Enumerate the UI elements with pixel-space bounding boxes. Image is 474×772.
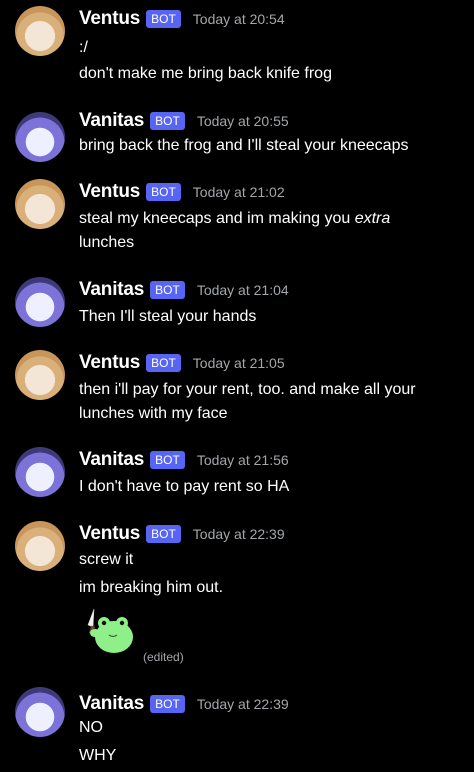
avatar[interactable] <box>15 179 65 229</box>
timestamp: Today at 21:56 <box>196 452 289 468</box>
message-text: steal my kneecaps and im making you extr… <box>79 207 390 231</box>
bot-badge: BOT <box>146 525 181 543</box>
message-text: NO <box>79 719 103 736</box>
message-header: Vanitas BOT Today at 21:56 <box>79 445 289 475</box>
message-text: then i'll pay for your rent, too. and ma… <box>79 381 416 398</box>
bot-badge: BOT <box>146 10 181 28</box>
message-header: Vanitas BOT Today at 20:55 <box>79 106 289 136</box>
message-header: Ventus BOT Today at 22:39 <box>79 519 285 549</box>
bot-badge: BOT <box>150 695 185 713</box>
message-header: Ventus BOT Today at 21:02 <box>79 177 285 207</box>
edited-label: (edited) <box>143 650 184 664</box>
author-name[interactable]: Vanitas <box>79 449 144 471</box>
message-text: bring back the frog and I'll steal your … <box>79 137 409 154</box>
message-text: :/ <box>79 39 88 56</box>
message-text-emphasis: extra <box>354 210 391 227</box>
author-name[interactable]: Ventus <box>79 8 140 30</box>
avatar[interactable] <box>15 521 65 571</box>
avatar[interactable] <box>15 6 65 56</box>
message-text: Then I'll steal your hands <box>79 308 257 325</box>
author-name[interactable]: Vanitas <box>79 279 144 301</box>
timestamp: Today at 22:39 <box>196 696 289 712</box>
timestamp: Today at 22:39 <box>192 526 285 542</box>
message-header: Ventus BOT Today at 20:54 <box>79 4 285 34</box>
message-text: screw it <box>79 551 134 568</box>
timestamp: Today at 21:04 <box>196 282 289 298</box>
message-text: don't make me bring back knife frog <box>79 65 332 82</box>
knife-frog-sticker <box>87 608 133 653</box>
timestamp: Today at 21:02 <box>192 184 285 200</box>
avatar[interactable] <box>15 277 65 327</box>
message-text: I don't have to pay rent so HA <box>79 478 290 495</box>
message-text: lunches with my face <box>79 405 228 422</box>
message-text-part: steal my kneecaps and im making you <box>79 210 355 227</box>
message-text: WHY <box>79 747 117 764</box>
avatar[interactable] <box>15 112 65 162</box>
avatar[interactable] <box>15 447 65 497</box>
bot-badge: BOT <box>150 451 185 469</box>
avatar[interactable] <box>15 350 65 400</box>
timestamp: Today at 20:55 <box>196 113 289 129</box>
author-name[interactable]: Vanitas <box>79 693 144 715</box>
message-header: Vanitas BOT Today at 22:39 <box>79 689 289 719</box>
bot-badge: BOT <box>146 354 181 372</box>
message-header: Vanitas BOT Today at 21:04 <box>79 275 289 305</box>
bot-badge: BOT <box>146 183 181 201</box>
avatar[interactable] <box>15 687 65 737</box>
author-name[interactable]: Vanitas <box>79 110 144 132</box>
message-text: im breaking him out. <box>79 579 224 596</box>
message-header: Ventus BOT Today at 21:05 <box>79 348 285 378</box>
bot-badge: BOT <box>150 112 185 130</box>
timestamp: Today at 20:54 <box>192 11 285 27</box>
message-text: lunches <box>79 234 135 251</box>
author-name[interactable]: Ventus <box>79 523 140 545</box>
bot-badge: BOT <box>150 281 185 299</box>
author-name[interactable]: Ventus <box>79 352 140 374</box>
author-name[interactable]: Ventus <box>79 181 140 203</box>
timestamp: Today at 21:05 <box>192 355 285 371</box>
